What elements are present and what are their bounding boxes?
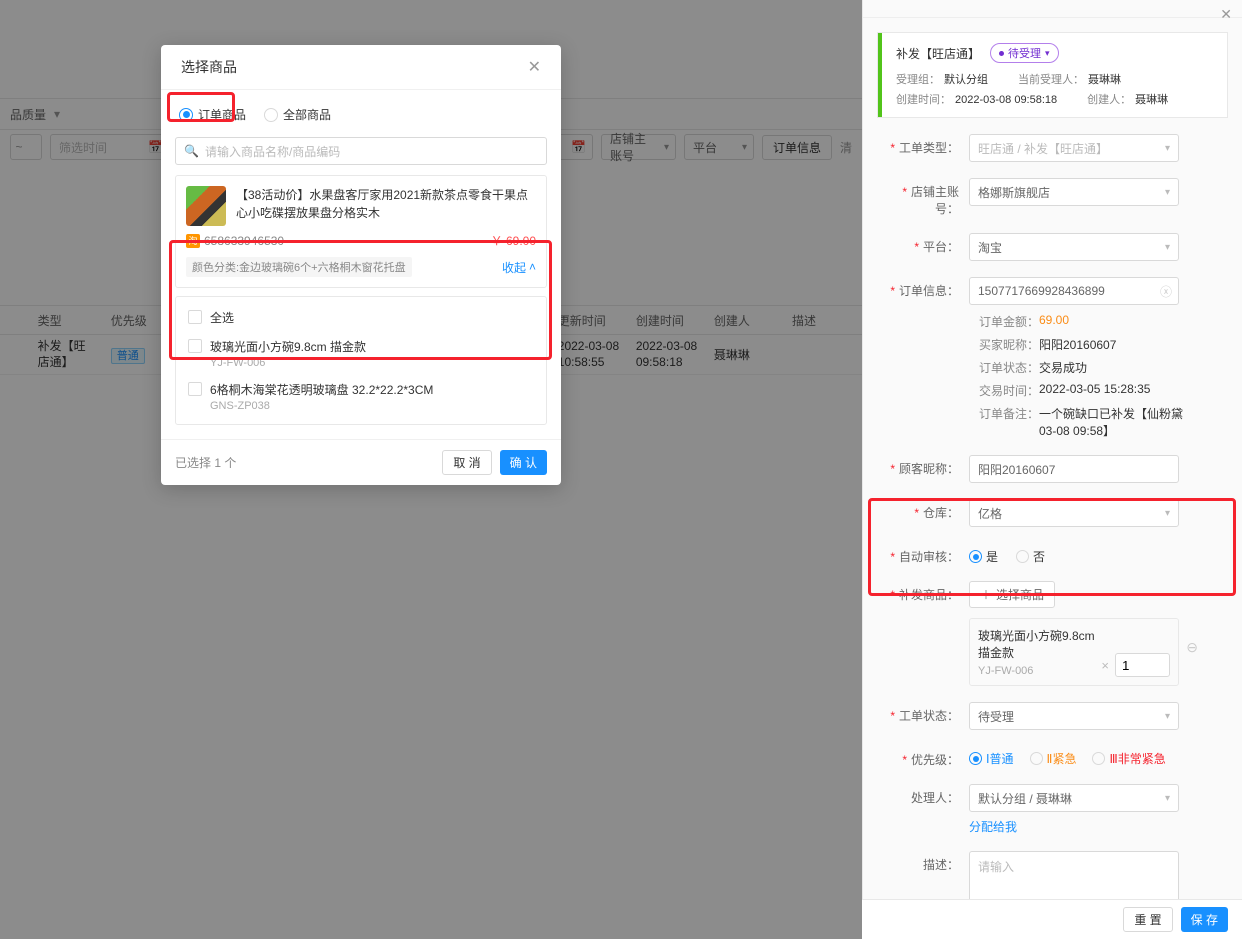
selected-count: 已选择 1 个 bbox=[175, 454, 236, 471]
assign-to-me-link[interactable]: 分配给我 bbox=[969, 818, 1017, 835]
plus-icon: ＋ bbox=[980, 586, 992, 603]
description-textarea[interactable]: 请输入 bbox=[969, 851, 1179, 903]
delete-icon[interactable]: ⊖ bbox=[1186, 639, 1198, 656]
checkbox[interactable] bbox=[188, 382, 202, 396]
selected-sku: 玻璃光面小方碗9.8cm 描金款 YJ-FW-006 × ⊖ bbox=[969, 618, 1179, 686]
ticket-status-select[interactable]: 待受理 bbox=[969, 702, 1179, 730]
status-pill[interactable]: 待受理 bbox=[990, 43, 1059, 63]
meta-group: 受理组：默认分组 bbox=[896, 71, 988, 87]
ticket-card: 补发【旺店通】 待受理 受理组：默认分组 当前受理人：聂琳琳 创建时间：2022… bbox=[877, 32, 1228, 118]
panel-header: ✕ bbox=[863, 0, 1242, 18]
auto-review-yes[interactable]: 是 bbox=[969, 548, 998, 565]
product-attr: 颜色分类:金边玻璃碗6个+六格桐木窗花托盘 bbox=[186, 257, 412, 277]
auto-review-no[interactable]: 否 bbox=[1016, 548, 1045, 565]
collapse-link[interactable]: 收起˄ bbox=[502, 259, 536, 276]
reset-button[interactable]: 重 置 bbox=[1123, 907, 1172, 932]
meta-ctime: 创建时间：2022-03-08 09:58:18 bbox=[896, 91, 1057, 107]
confirm-button[interactable]: 确 认 bbox=[500, 450, 547, 475]
product-search-input[interactable]: 🔍 请输入商品名称/商品编码 bbox=[175, 137, 547, 165]
checkbox[interactable] bbox=[188, 339, 202, 353]
sku-row[interactable]: 玻璃光面小方碗9.8cm 描金款 YJ-FW-006 bbox=[176, 332, 546, 375]
meta-creator: 创建人：聂琳琳 bbox=[1087, 91, 1168, 107]
platform-select[interactable]: 淘宝 bbox=[969, 233, 1179, 261]
sku-row[interactable]: 6格桐木海棠花透明玻璃盘 32.2*22.2*3CM GNS-ZP038 bbox=[176, 375, 546, 418]
detail-panel: ✕ 补发【旺店通】 待受理 受理组：默认分组 当前受理人：聂琳琳 创建时间：20… bbox=[862, 0, 1242, 939]
sku-panel: 全选 玻璃光面小方碗9.8cm 描金款 YJ-FW-006 6格桐木海棠花透明玻… bbox=[175, 296, 547, 425]
card-title: 补发【旺店通】 bbox=[896, 45, 980, 62]
drawer-footer: 重 置 保 存 bbox=[862, 899, 1242, 939]
ticket-type-select[interactable]: 旺店通 / 补发【旺店通】 bbox=[969, 134, 1179, 162]
close-icon[interactable]: ✕ bbox=[528, 57, 541, 77]
shop-select[interactable]: 格娜斯旗舰店 bbox=[969, 178, 1179, 206]
product-title: 【38活动价】水果盘客厅家用2021新款茶点零食干果点心小吃碟摆放果盘分格实木 bbox=[236, 186, 536, 226]
product-id: 淘658633946530 bbox=[186, 234, 284, 248]
priority-very-urgent[interactable]: Ⅲ非常紧急 bbox=[1092, 750, 1165, 767]
chevron-up-icon: ˄ bbox=[529, 260, 536, 274]
priority-normal[interactable]: Ⅰ普通 bbox=[969, 750, 1014, 767]
product-price: ￥ 69.00 bbox=[491, 232, 536, 249]
checkbox[interactable] bbox=[188, 310, 202, 324]
order-details: 订单金额：69.00 买家昵称：阳阳20160607 订单状态：交易成功 交易时… bbox=[979, 313, 1224, 439]
handler-select[interactable]: 默认分组 / 聂琳琳 bbox=[969, 784, 1179, 812]
order-input[interactable]: 1507717669928436899ⓧ bbox=[969, 277, 1179, 305]
qty-input[interactable] bbox=[1115, 653, 1170, 677]
clear-icon[interactable]: ⓧ bbox=[1160, 283, 1172, 300]
radio-order-products[interactable]: 订单商品 bbox=[179, 106, 246, 123]
search-icon: 🔍 bbox=[184, 144, 199, 158]
product-card: 【38活动价】水果盘客厅家用2021新款茶点零食干果点心小吃碟摆放果盘分格实木 … bbox=[175, 175, 547, 288]
radio-all-products[interactable]: 全部商品 bbox=[264, 106, 331, 123]
meta-assignee: 当前受理人：聂琳琳 bbox=[1018, 71, 1121, 87]
priority-urgent[interactable]: Ⅱ紧急 bbox=[1030, 750, 1077, 767]
cancel-button[interactable]: 取 消 bbox=[442, 450, 491, 475]
modal-title: 选择商品 bbox=[181, 57, 237, 77]
save-button[interactable]: 保 存 bbox=[1181, 907, 1228, 932]
nickname-input[interactable]: 阳阳20160607 bbox=[969, 455, 1179, 483]
select-product-modal: 选择商品 ✕ 订单商品 全部商品 🔍 请输入商品名称/商品编码 【38活动价】水… bbox=[161, 45, 561, 485]
remove-sku-icon[interactable]: × bbox=[1101, 658, 1109, 673]
product-thumbnail bbox=[186, 186, 226, 226]
warehouse-select[interactable]: 亿格 bbox=[969, 499, 1179, 527]
close-icon[interactable]: ✕ bbox=[1220, 6, 1232, 23]
select-all-row[interactable]: 全选 bbox=[176, 303, 546, 332]
choose-product-button[interactable]: ＋选择商品 bbox=[969, 581, 1055, 608]
ticket-form: 工单类型： 旺店通 / 补发【旺店通】 店铺主账号： 格娜斯旗舰店 平台： 淘宝… bbox=[863, 134, 1242, 939]
